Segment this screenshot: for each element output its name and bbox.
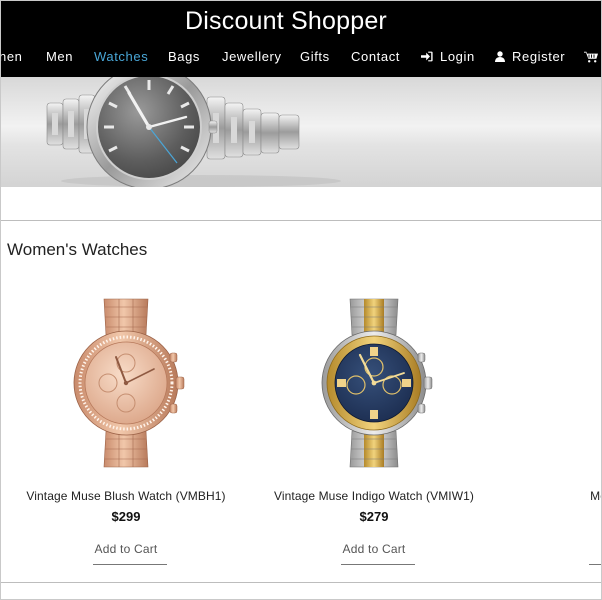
add-to-cart-button[interactable]: Add to Cart	[66, 542, 186, 556]
product-price: $299	[111, 509, 141, 524]
cart-icon	[584, 51, 598, 63]
add-to-cart-button[interactable]: A	[562, 542, 601, 556]
sign-in-icon	[421, 51, 433, 62]
nav-item-jewellery[interactable]: Jewellery	[222, 45, 282, 69]
nav-item-men[interactable]: Men	[46, 45, 73, 69]
product-card[interactable]: Modern Pur A	[502, 293, 602, 565]
bottom-divider	[1, 582, 601, 583]
nav-item-gifts[interactable]: Gifts	[300, 45, 330, 69]
register-link[interactable]: Register	[495, 45, 565, 69]
login-label: Login	[440, 49, 475, 64]
product-price: $279	[359, 509, 389, 524]
main-nav: nen Men Watches Bags Jewellery Gifts Con…	[1, 45, 601, 69]
hero-watch-image	[46, 77, 341, 187]
product-image[interactable]	[562, 293, 602, 473]
product-name[interactable]: Vintage Muse Blush Watch (VMBH1)	[6, 489, 246, 503]
add-to-cart-underline	[93, 564, 167, 565]
product-image[interactable]	[314, 293, 434, 473]
page-frame: Discount Shopper nen Men Watches Bags Je…	[0, 0, 602, 600]
site-header: Discount Shopper nen Men Watches Bags Je…	[1, 1, 601, 77]
add-to-cart-underline	[341, 564, 415, 565]
product-image[interactable]	[66, 293, 186, 473]
section-divider	[1, 220, 601, 221]
product-card[interactable]: Vintage Muse Blush Watch (VMBH1) $299 Ad…	[6, 293, 246, 565]
user-icon	[495, 51, 505, 63]
nav-item-watches[interactable]: Watches	[94, 45, 148, 69]
product-name[interactable]: Vintage Muse Indigo Watch (VMIW1)	[254, 489, 494, 503]
cart-button[interactable]	[584, 45, 601, 69]
nav-item-bags[interactable]: Bags	[168, 45, 200, 69]
site-title[interactable]: Discount Shopper	[1, 7, 571, 36]
nav-item-women[interactable]: nen	[1, 45, 23, 69]
section-title: Women's Watches	[7, 240, 148, 259]
add-to-cart-underline	[589, 564, 601, 565]
product-name[interactable]: Modern Pur	[502, 489, 601, 503]
add-to-cart-button[interactable]: Add to Cart	[314, 542, 434, 556]
product-card[interactable]: Vintage Muse Indigo Watch (VMIW1) $279 A…	[254, 293, 494, 565]
register-label: Register	[512, 49, 566, 64]
nav-item-contact[interactable]: Contact	[351, 45, 400, 69]
hero-banner	[1, 77, 601, 187]
login-link[interactable]: Login	[421, 45, 475, 69]
